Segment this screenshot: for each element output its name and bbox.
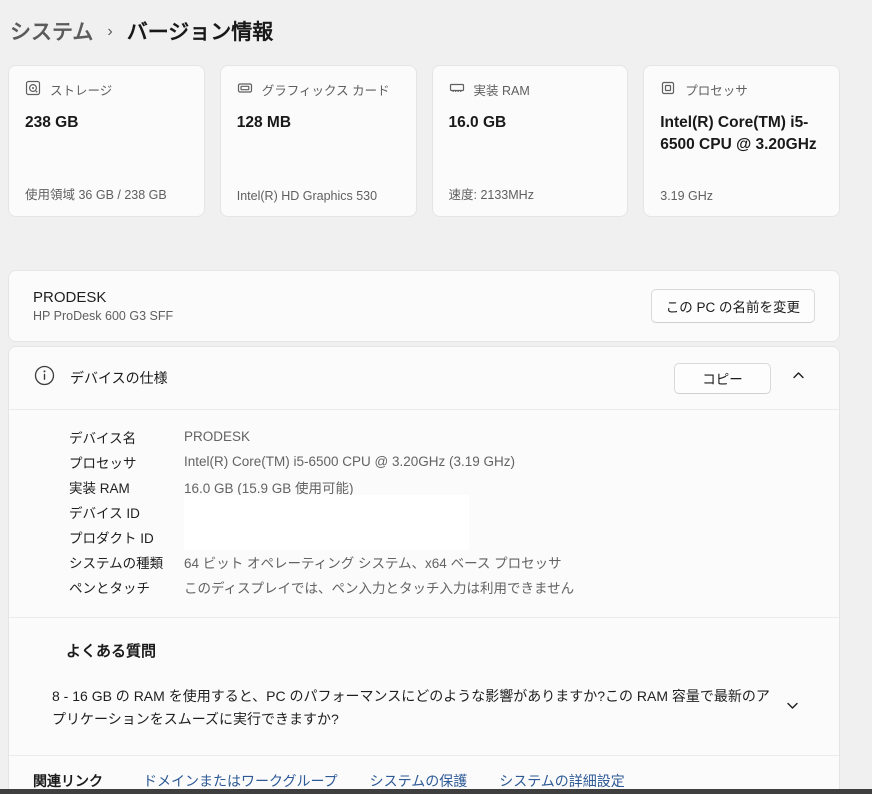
card-value: 128 MB (237, 112, 400, 134)
ram-icon (449, 80, 465, 99)
spec-value: Intel(R) Core(TM) i5-6500 CPU @ 3.20GHz … (184, 454, 515, 469)
card-caption: 速度: 2133MHz (449, 184, 612, 203)
spec-label: デバイス ID (69, 502, 184, 522)
card-caption: 3.19 GHz (660, 189, 823, 203)
table-row: プロセッサ Intel(R) Core(TM) i5-6500 CPU @ 3.… (69, 449, 839, 474)
info-icon (34, 365, 55, 391)
storage-icon (25, 80, 41, 99)
spec-label: 実装 RAM (69, 477, 184, 497)
spec-label: プロセッサ (69, 452, 184, 472)
breadcrumb: システム › バージョン情報 (8, 12, 840, 46)
device-identity: PRODESK HP ProDesk 600 G3 SFF (33, 289, 173, 323)
faq-question: 8 - 16 GB の RAM を使用すると、PC のパフォーマンスにどのような… (52, 685, 770, 731)
redacted-ids-overlay (184, 495, 469, 550)
device-model: HP ProDesk 600 G3 SFF (33, 309, 173, 323)
spec-label: システムの種類 (69, 552, 184, 572)
table-row: デバイス名 PRODESK (69, 424, 839, 449)
spec-table: デバイス名 PRODESK プロセッサ Intel(R) Core(TM) i5… (9, 410, 839, 617)
copy-button[interactable]: コピー (674, 363, 771, 394)
device-name-panel: PRODESK HP ProDesk 600 G3 SFF この PC の名前を… (8, 270, 840, 342)
card-label: プロセッサ (685, 80, 748, 99)
card-label: 実装 RAM (474, 80, 530, 99)
faq-title: よくある質問 (66, 640, 815, 661)
table-row: システムの種類 64 ビット オペレーティング システム、x64 ベース プロセ… (69, 549, 839, 574)
page-title: バージョン情報 (127, 16, 274, 46)
spec-label: プロダクト ID (69, 527, 184, 547)
faq-section: よくある質問 8 - 16 GB の RAM を使用すると、PC のパフォーマン… (9, 618, 839, 755)
device-specs-header[interactable]: デバイスの仕様 コピー (9, 347, 839, 409)
summary-cards: ストレージ 238 GB 使用領域 36 GB / 238 GB グラフィックス… (8, 65, 840, 217)
spec-label: ペンとタッチ (69, 577, 184, 597)
card-caption: Intel(R) HD Graphics 530 (237, 189, 400, 203)
ram-card: 実装 RAM 16.0 GB 速度: 2133MHz (432, 65, 629, 217)
chevron-up-icon[interactable] (792, 369, 805, 387)
breadcrumb-separator-icon: › (107, 21, 112, 41)
card-label: グラフィックス カード (262, 80, 390, 99)
card-value: 238 GB (25, 112, 188, 134)
storage-card: ストレージ 238 GB 使用領域 36 GB / 238 GB (8, 65, 205, 217)
spec-value: 64 ビット オペレーティング システム、x64 ベース プロセッサ (184, 552, 562, 572)
about-settings-page: システム › バージョン情報 ストレージ 238 GB 使用領域 36 GB /… (0, 0, 848, 794)
table-row: ペンとタッチ このディスプレイでは、ペン入力とタッチ入力は利用できません (69, 574, 839, 599)
card-value: Intel(R) Core(TM) i5-6500 CPU @ 3.20GHz (660, 112, 823, 157)
card-label: ストレージ (50, 80, 112, 99)
rename-pc-button[interactable]: この PC の名前を変更 (651, 289, 815, 323)
spec-label: デバイス名 (69, 427, 184, 447)
graphics-icon (237, 80, 253, 99)
device-specs-title: デバイスの仕様 (70, 368, 168, 388)
window-bottom-edge (0, 789, 872, 794)
spec-value: PRODESK (184, 429, 250, 444)
graphics-card: グラフィックス カード 128 MB Intel(R) HD Graphics … (220, 65, 417, 217)
processor-icon (660, 80, 676, 99)
device-specs-panel: デバイスの仕様 コピー デバイス名 PRODESK プロセッサ Intel(R)… (8, 346, 840, 794)
faq-question-row[interactable]: 8 - 16 GB の RAM を使用すると、PC のパフォーマンスにどのような… (66, 685, 815, 731)
spec-value: このディスプレイでは、ペン入力とタッチ入力は利用できません (184, 577, 574, 597)
card-value: 16.0 GB (449, 112, 612, 134)
card-caption: 使用領域 36 GB / 238 GB (25, 184, 188, 203)
processor-card: プロセッサ Intel(R) Core(TM) i5-6500 CPU @ 3.… (643, 65, 840, 217)
chevron-down-icon[interactable] (786, 699, 799, 717)
breadcrumb-system[interactable]: システム (10, 16, 93, 46)
device-name: PRODESK (33, 289, 173, 306)
spec-value: 16.0 GB (15.9 GB 使用可能) (184, 477, 354, 497)
